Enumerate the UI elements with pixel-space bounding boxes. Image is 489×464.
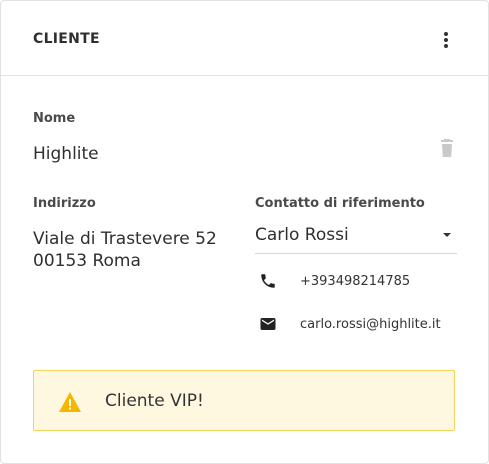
contatto-label: Contatto di riferimento: [255, 196, 425, 211]
indirizzo-line1: Viale di Trastevere 52: [33, 229, 217, 249]
caret-down-icon: [443, 233, 451, 237]
contatto-selected-value: Carlo Rossi: [255, 225, 349, 245]
phone-icon: [259, 272, 279, 292]
vip-alert: Cliente VIP!: [33, 370, 455, 431]
trash-icon[interactable]: [438, 139, 456, 159]
nome-label: Nome: [33, 111, 76, 126]
contatto-select[interactable]: Carlo Rossi: [255, 223, 457, 254]
phone-number[interactable]: +393498214785: [300, 274, 410, 289]
nome-value: Highlite: [33, 144, 99, 164]
warning-icon: [58, 391, 82, 413]
alert-text: Cliente VIP!: [105, 391, 204, 411]
card-title: CLIENTE: [33, 31, 100, 47]
cliente-card: CLIENTE Nome Highlite Indirizzo Viale di…: [0, 0, 489, 464]
indirizzo-label: Indirizzo: [33, 196, 96, 211]
mail-icon: [259, 315, 279, 335]
email-address[interactable]: carlo.rossi@highlite.it: [300, 317, 441, 332]
more-vertical-icon[interactable]: [438, 30, 454, 50]
card-header: CLIENTE: [1, 1, 488, 76]
indirizzo-line2: 00153 Roma: [33, 251, 141, 271]
